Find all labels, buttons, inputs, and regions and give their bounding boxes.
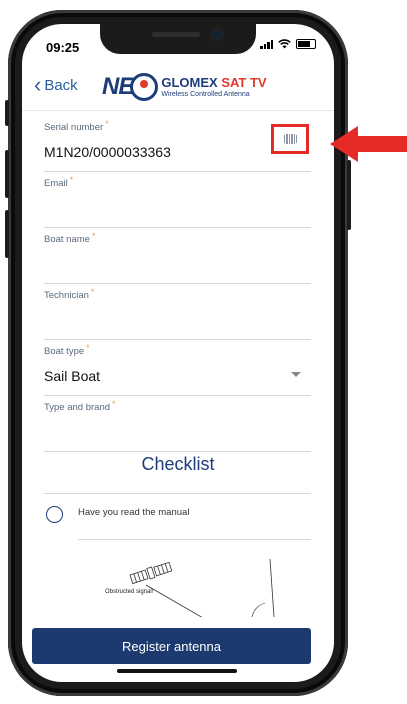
email-label: Email * (44, 175, 74, 189)
registration-form: Serial number * M1N20/0000033363 Email * B… (44, 116, 311, 452)
power-button (347, 160, 351, 230)
satellite-obstruction-illustration (129, 558, 275, 638)
type-brand-label: Type and brand * (44, 399, 116, 413)
divider (44, 493, 311, 494)
type-brand-field[interactable]: Type and brand * (44, 396, 311, 452)
boat-name-field[interactable]: Boat name * (44, 228, 311, 284)
boat-type-value[interactable]: Sail Boat (44, 368, 100, 384)
checklist-item-label: Have you read the manual (78, 507, 190, 518)
checklist-item-manual[interactable]: Have you read the manual (46, 503, 311, 541)
home-indicator (117, 669, 237, 673)
back-button[interactable]: ‹ Back (34, 74, 78, 96)
volume-down-button (5, 210, 9, 258)
diagram-label: Obstructed signal! (105, 589, 154, 595)
register-antenna-button[interactable]: Register antenna (32, 628, 311, 664)
checklist-title: Checklist (141, 454, 215, 474)
serial-number-value[interactable]: M1N20/0000033363 (44, 144, 171, 160)
status-time: 09:25 (46, 40, 80, 55)
back-label: Back (44, 76, 78, 94)
logo-ring-icon (130, 73, 159, 101)
logo-subtitle: Wireless Controlled Antenna (161, 91, 250, 98)
chevron-left-icon: ‹ (34, 72, 42, 97)
boat-type-field[interactable]: Boat type * Sail Boat (44, 340, 311, 396)
volume-up-button (5, 150, 9, 198)
logo-brand: GLOMEX SAT TV (161, 75, 267, 90)
speaker (152, 32, 200, 37)
obstruction-diagram: Obstructed signal! (60, 558, 290, 638)
boat-type-label: Boat type * (44, 343, 90, 357)
barcode-scan-icon (283, 133, 297, 145)
app-logo: NE GLOMEX SAT TV Wireless Controlled Ant… (102, 70, 267, 104)
checklist-radio[interactable] (46, 506, 63, 523)
serial-number-label: Serial number * (44, 119, 109, 133)
wifi-icon (278, 39, 291, 49)
logo-text: GLOMEX SAT TV Wireless Controlled Antenn… (161, 76, 266, 98)
front-camera (213, 30, 222, 39)
notch (100, 24, 256, 54)
boat-name-label: Boat name * (44, 231, 96, 245)
serial-number-field[interactable]: Serial number * M1N20/0000033363 (44, 116, 311, 172)
divider (78, 539, 311, 540)
battery-icon (296, 39, 316, 49)
mute-switch (5, 100, 9, 126)
signal-icon (260, 39, 273, 49)
barcode-scan-button[interactable] (271, 124, 309, 154)
chevron-down-icon[interactable] (291, 372, 301, 377)
status-icons (260, 39, 316, 49)
technician-label: Technician * (44, 287, 95, 301)
nav-header: ‹ Back NE GLOMEX SAT TV Wireless Control… (22, 66, 334, 111)
logo-neo: NE (102, 73, 134, 100)
technician-field[interactable]: Technician * (44, 284, 311, 340)
app-screen: 09:25 ‹ Back NE GLOMEX SAT TV Wireless C… (22, 24, 334, 682)
email-field[interactable]: Email * (44, 172, 311, 228)
red-arrow-icon (330, 126, 407, 162)
